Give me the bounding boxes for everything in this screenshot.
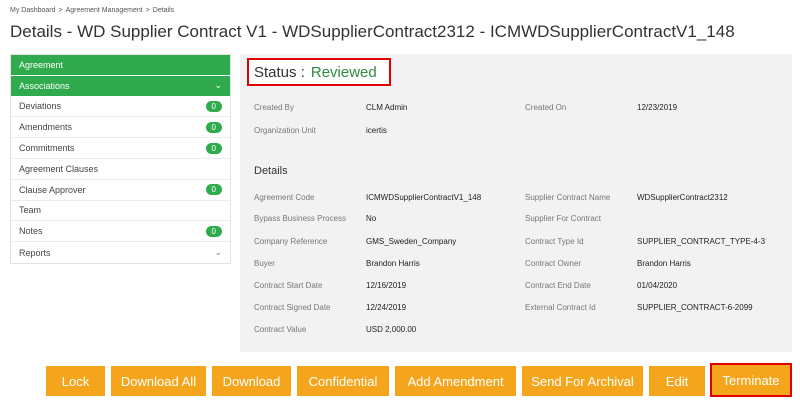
contract-owner-value: Brandon Harris (637, 259, 691, 268)
breadcrumb: My Dashboard > Agreement Management > Detail… (10, 7, 174, 14)
supplier-contract-name-value: WDSupplierContract2312 (637, 193, 728, 202)
add-amendment-button[interactable]: Add Amendment (395, 366, 516, 396)
sidebar-item-reports[interactable]: Reports ⌄ (11, 242, 230, 263)
breadcrumb-agreement-management[interactable]: Agreement Management (66, 7, 143, 14)
sidebar-item-label: Agreement Clauses (19, 163, 99, 174)
count-badge: 0 (205, 100, 222, 112)
confidential-button[interactable]: Confidential (297, 366, 389, 396)
sidebar-item-label: Associations (19, 80, 70, 91)
sidebar-item-label: Notes (19, 226, 43, 237)
agreement-code-label: Agreement Code (254, 193, 315, 202)
created-on-value: 12/23/2019 (637, 103, 678, 112)
breadcrumb-details: Details (152, 7, 175, 14)
external-contract-id-value: SUPPLIER_CONTRACT-6-2099 (637, 303, 753, 312)
sidebar-item-label: Agreement (19, 59, 64, 70)
contract-value-value: USD 2,000.00 (366, 325, 417, 334)
edit-button[interactable]: Edit (649, 366, 705, 396)
sidebar-item-team[interactable]: Team (11, 201, 230, 222)
org-unit-value: icertis (366, 126, 387, 135)
sidebar-item-amendments[interactable]: Amendments 0 (11, 117, 230, 139)
sidebar-item-label: Clause Approver (19, 184, 86, 195)
created-by-label: Created By (254, 103, 295, 112)
sidebar-item-label: Amendments (19, 122, 73, 133)
breadcrumb-dashboard[interactable]: My Dashboard (10, 7, 56, 14)
company-reference-value: GMS_Sweden_Company (366, 237, 457, 246)
contract-value-label: Contract Value (254, 325, 307, 334)
sidebar-item-label: Team (19, 205, 42, 216)
supplier-for-contract-label: Supplier For Contract (525, 214, 602, 223)
buyer-value: Brandon Harris (366, 259, 420, 268)
created-on-label: Created On (525, 103, 567, 112)
contract-start-date-value: 12/16/2019 (366, 281, 407, 290)
contract-type-id-label: Contract Type Id (525, 237, 584, 246)
contract-owner-label: Contract Owner (525, 259, 582, 268)
breadcrumb-separator: > (145, 7, 150, 14)
contract-end-date-value: 01/04/2020 (637, 281, 678, 290)
send-for-archival-button[interactable]: Send For Archival (522, 366, 643, 396)
sidebar-item-label: Deviations (19, 101, 62, 112)
created-by-value: CLM Admin (366, 103, 408, 112)
breadcrumb-separator: > (58, 7, 63, 14)
external-contract-id-label: External Contract Id (525, 303, 596, 312)
sidebar-item-associations[interactable]: Associations ⌄ (11, 75, 230, 97)
contract-type-id-value: SUPPLIER_CONTRACT_TYPE-4-3 (637, 237, 766, 246)
count-badge: 0 (205, 142, 222, 154)
sidebar-item-clause-approver[interactable]: Clause Approver 0 (11, 180, 230, 201)
count-badge: 0 (205, 225, 222, 237)
status-label: Status : (254, 63, 305, 81)
count-badge: 0 (205, 121, 222, 133)
sidebar-item-notes[interactable]: Notes 0 (11, 221, 230, 243)
org-unit-label: Organization Unit (254, 126, 316, 135)
details-section-title: Details (254, 165, 288, 177)
supplier-contract-name-label: Supplier Contract Name (525, 193, 611, 202)
count-badge: 0 (205, 184, 222, 196)
sidebar-item-label: Reports (19, 247, 51, 258)
contract-end-date-label: Contract End Date (525, 281, 591, 290)
sidebar-item-commitments[interactable]: Commitments 0 (11, 138, 230, 159)
terminate-button[interactable]: Terminate (710, 363, 792, 397)
bypass-business-process-value: No (366, 214, 377, 223)
sidebar: Agreement Associations ⌄ Deviations 0 Am… (10, 54, 231, 264)
sidebar-item-agreement[interactable]: Agreement (11, 55, 230, 76)
chevron-down-icon: ⌄ (214, 80, 222, 91)
buyer-label: Buyer (254, 259, 275, 268)
status-indicator: Status : Reviewed (247, 58, 391, 86)
contract-signed-date-label: Contract Signed Date (254, 303, 331, 312)
download-button[interactable]: Download (212, 366, 291, 396)
page-title: Details - WD Supplier Contract V1 - WDSu… (10, 22, 735, 41)
contract-start-date-label: Contract Start Date (254, 281, 323, 290)
agreement-code-value: ICMWDSupplierContractV1_148 (366, 193, 482, 202)
download-all-button[interactable]: Download All (111, 366, 206, 396)
bypass-business-process-label: Bypass Business Process (254, 214, 347, 223)
sidebar-item-deviations[interactable]: Deviations 0 (11, 97, 230, 118)
sidebar-item-agreement-clauses[interactable]: Agreement Clauses (11, 159, 230, 180)
chevron-down-icon: ⌄ (214, 247, 222, 258)
contract-signed-date-value: 12/24/2019 (366, 303, 407, 312)
lock-button[interactable]: Lock (46, 366, 105, 396)
company-reference-label: Company Reference (254, 237, 328, 246)
sidebar-item-label: Commitments (19, 143, 75, 154)
status-value: Reviewed (310, 63, 377, 81)
